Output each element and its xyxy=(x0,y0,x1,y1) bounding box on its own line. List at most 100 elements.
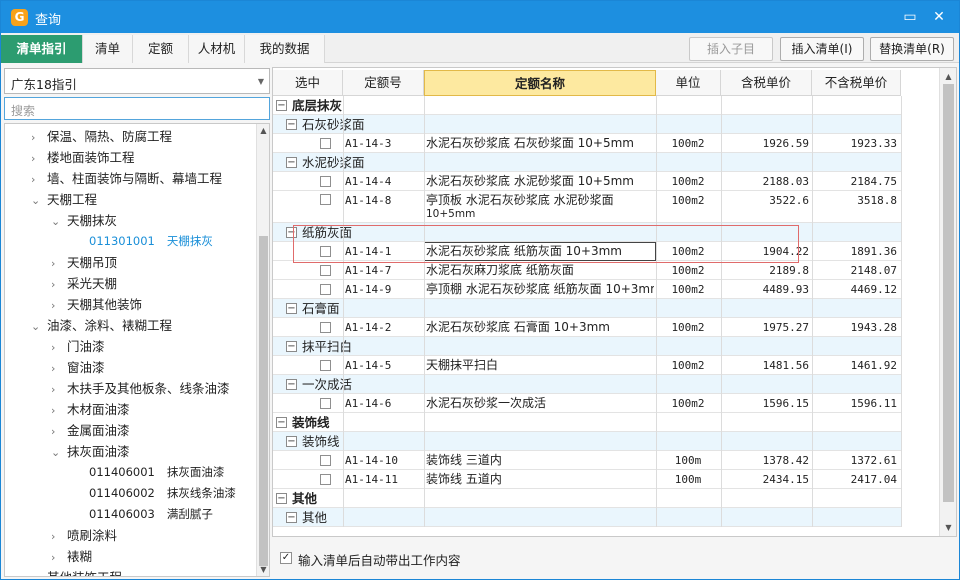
chevron-right-icon[interactable]: › xyxy=(51,547,67,568)
collapse-icon[interactable]: − xyxy=(286,512,297,523)
chevron-right-icon[interactable]: › xyxy=(51,358,67,379)
select-checkbox[interactable] xyxy=(320,398,331,409)
replace-list-button[interactable]: 替换清单(R) xyxy=(870,37,954,61)
subgroup-row[interactable]: − 其他 xyxy=(273,508,901,527)
guide-select[interactable]: 广东18指引 ▼ xyxy=(4,68,270,94)
collapse-icon[interactable]: − xyxy=(276,493,287,504)
chevron-right-icon[interactable]: › xyxy=(31,568,47,576)
collapse-icon[interactable]: − xyxy=(286,119,297,130)
scroll-down-icon[interactable]: ▼ xyxy=(257,563,269,576)
insert-child-button[interactable]: 插入子目 xyxy=(689,37,773,61)
collapse-icon[interactable]: − xyxy=(286,436,297,447)
auto-bring-checkbox[interactable]: ✓ xyxy=(280,552,292,564)
chevron-right-icon[interactable]: › xyxy=(31,127,47,148)
chevron-right-icon[interactable]: › xyxy=(51,253,67,274)
scroll-down-icon[interactable]: ▼ xyxy=(940,521,956,534)
chevron-right-icon[interactable]: › xyxy=(51,400,67,421)
select-checkbox[interactable] xyxy=(320,176,331,187)
chevron-down-icon[interactable]: ⌄ xyxy=(51,211,67,232)
chevron-down-icon[interactable]: ⌄ xyxy=(51,442,67,463)
column-header-2[interactable]: 定额名称 xyxy=(424,70,656,96)
chevron-right-icon[interactable]: › xyxy=(51,337,67,358)
table-row[interactable]: A1-14-10 装饰线 三道内 100m 1378.42 1372.61 xyxy=(273,451,901,470)
group-row[interactable]: − 底层抹灰 xyxy=(273,96,901,115)
collapse-icon[interactable]: − xyxy=(286,341,297,352)
tree-node[interactable]: › 采光天棚 xyxy=(51,273,117,294)
subgroup-row[interactable]: − 石灰砂浆面 xyxy=(273,115,901,134)
group-row[interactable]: − 其他 xyxy=(273,489,901,508)
title-bar[interactable]: G 查询 ▭ ✕ xyxy=(1,1,959,33)
tree-node[interactable]: › 门油漆 xyxy=(51,336,105,357)
collapse-icon[interactable]: − xyxy=(286,303,297,314)
chevron-right-icon[interactable]: › xyxy=(51,295,67,316)
table-row[interactable]: A1-14-2 水泥石灰砂浆底 石膏面 10+3mm 100m2 1975.27 194… xyxy=(273,318,901,337)
tree-node[interactable]: › 天棚吊顶 xyxy=(51,252,117,273)
tree-node[interactable]: ⌄ 油漆、涂料、裱糊工程 xyxy=(31,315,172,336)
scroll-up-icon[interactable]: ▲ xyxy=(940,70,956,83)
search-input[interactable]: 搜索 xyxy=(4,97,270,120)
grid-scroll-thumb[interactable] xyxy=(943,84,954,502)
select-checkbox[interactable] xyxy=(320,284,331,295)
tree-node[interactable]: ›其他装饰工程 xyxy=(31,567,122,576)
tree-node[interactable]: › 裱糊 xyxy=(51,546,92,567)
table-row[interactable]: A1-14-8 亭顶板 水泥石灰砂浆底 水泥砂浆面 100m2 3522.6 3518.… xyxy=(273,191,901,223)
collapse-icon[interactable]: − xyxy=(276,417,287,428)
table-row[interactable]: A1-14-6 水泥石灰砂浆一次成活 100m2 1596.15 1596.11 xyxy=(273,394,901,413)
table-row[interactable]: A1-14-4 水泥石灰砂浆底 水泥砂浆面 10+5mm 100m2 2188.03 2… xyxy=(273,172,901,191)
tree-node[interactable]: 011301001 天棚抹灰 xyxy=(89,231,213,252)
select-checkbox[interactable] xyxy=(320,455,331,466)
group-row[interactable]: − 装饰线 xyxy=(273,413,901,432)
tree-node[interactable]: › 天棚其他装饰 xyxy=(51,294,142,315)
column-header-4[interactable]: 含税单价 xyxy=(721,70,812,96)
tree-node[interactable]: 011406001 抹灰面油漆 xyxy=(89,462,224,483)
tree-node[interactable]: ⌄ 天棚抹灰 xyxy=(51,210,117,231)
chevron-right-icon[interactable]: › xyxy=(31,169,47,190)
subgroup-row[interactable]: − 水泥砂浆面 xyxy=(273,153,901,172)
tree-node[interactable]: › 木材面油漆 xyxy=(51,399,130,420)
subgroup-row[interactable]: − 抹平扫白 xyxy=(273,337,901,356)
table-row[interactable]: A1-14-3 水泥石灰砂浆底 石灰砂浆面 10+5mm 100m2 1926.59 1… xyxy=(273,134,901,153)
minimize-icon[interactable]: ▭ xyxy=(901,8,919,26)
subgroup-row[interactable]: − 一次成活 xyxy=(273,375,901,394)
column-header-1[interactable]: 定额号 xyxy=(343,70,424,96)
select-checkbox[interactable] xyxy=(320,265,331,276)
collapse-icon[interactable]: − xyxy=(276,100,287,111)
tree-node[interactable]: › 喷刷涂料 xyxy=(51,525,117,546)
tab-0[interactable]: 清单指引 xyxy=(1,35,83,63)
table-row[interactable]: A1-14-11 装饰线 五道内 100m 2434.15 2417.04 xyxy=(273,470,901,489)
subgroup-row[interactable]: − 石膏面 xyxy=(273,299,901,318)
chevron-right-icon[interactable]: › xyxy=(51,421,67,442)
tree-scroll-thumb[interactable] xyxy=(259,236,268,566)
table-row[interactable]: A1-14-7 水泥石灰麻刀浆底 纸筋灰面 100m2 2189.8 2148.07 xyxy=(273,261,901,280)
grid-scrollbar[interactable]: ▲ ▼ xyxy=(939,68,956,536)
tree-node[interactable]: › 金属面油漆 xyxy=(51,420,130,441)
tree-node[interactable]: › 窗油漆 xyxy=(51,357,105,378)
column-header-0[interactable]: 选中 xyxy=(273,70,343,96)
chevron-right-icon[interactable]: › xyxy=(51,274,67,295)
tree-node[interactable]: › 木扶手及其他板条、线条油漆 xyxy=(51,378,230,399)
insert-list-button[interactable]: 插入清单(I) xyxy=(780,37,864,61)
tree-node[interactable]: › 楼地面装饰工程 xyxy=(31,147,135,168)
chevron-down-icon[interactable]: ⌄ xyxy=(31,316,47,337)
column-header-3[interactable]: 单位 xyxy=(656,70,721,96)
select-checkbox[interactable] xyxy=(320,194,331,205)
collapse-icon[interactable]: − xyxy=(286,379,297,390)
tree-node[interactable]: › 保温、隔热、防腐工程 xyxy=(31,126,172,147)
subgroup-row[interactable]: − 装饰线 xyxy=(273,432,901,451)
chevron-right-icon[interactable]: › xyxy=(51,379,67,400)
tab-1[interactable]: 清单 xyxy=(83,35,133,63)
collapse-icon[interactable]: − xyxy=(286,157,297,168)
select-checkbox[interactable] xyxy=(320,474,331,485)
tree-node[interactable]: ⌄ 天棚工程 xyxy=(31,189,97,210)
tree-node[interactable]: › 墙、柱面装饰与隔断、幕墙工程 xyxy=(31,168,222,189)
close-icon[interactable]: ✕ xyxy=(930,8,948,26)
tab-3[interactable]: 人材机 xyxy=(189,35,245,63)
tree-scrollbar[interactable]: ▲ ▼ xyxy=(256,124,269,576)
tree-node[interactable]: ⌄ 抹灰面油漆 xyxy=(51,441,130,462)
select-checkbox[interactable] xyxy=(320,138,331,149)
table-row[interactable]: A1-14-9 亭顶棚 水泥石灰砂浆底 纸筋灰面 10+3mm 100m2 4489.… xyxy=(273,280,901,299)
scroll-up-icon[interactable]: ▲ xyxy=(257,124,269,137)
column-header-5[interactable]: 不含税单价 xyxy=(812,70,901,96)
tree-node[interactable]: 011406002 抹灰线条油漆 xyxy=(89,483,236,504)
chevron-right-icon[interactable]: › xyxy=(51,526,67,547)
